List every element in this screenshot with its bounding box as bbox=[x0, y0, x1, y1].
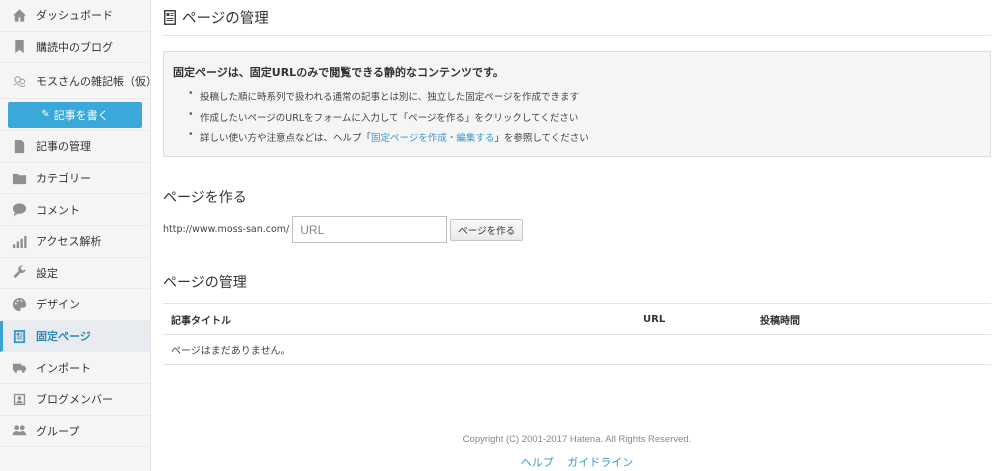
sidebar-item-label: グループ bbox=[36, 424, 80, 438]
copyright: Copyright (C) 2001-2017 Hatena. All Righ… bbox=[462, 434, 692, 445]
write-article-label: 記事を書く bbox=[53, 108, 109, 122]
sidebar-item-label: モスさんの雑記帳（仮） bbox=[36, 74, 157, 88]
column-header-title: 記事タイトル bbox=[171, 315, 231, 327]
sidebar-item-articles[interactable]: 記事の管理 bbox=[0, 131, 150, 163]
palette-icon bbox=[11, 296, 27, 312]
column-header-posted-time: 投稿時間 bbox=[760, 315, 800, 327]
document-icon bbox=[11, 138, 27, 154]
column-header-url: URL bbox=[643, 313, 666, 325]
page-icon bbox=[11, 328, 27, 344]
member-icon bbox=[11, 391, 27, 407]
create-page-form: http://www.moss-san.com/ ページを作る bbox=[163, 216, 991, 243]
write-article-button[interactable]: ✎ 記事を書く bbox=[8, 101, 142, 128]
sidebar-item-label: ダッシュボード bbox=[36, 9, 113, 23]
sidebar-item-label: アクセス解析 bbox=[36, 235, 102, 249]
sidebar-item-label: 設定 bbox=[36, 266, 58, 280]
info-text: 詳しい使い方や注意点などは、ヘルプ「 bbox=[200, 133, 372, 144]
create-page-button[interactable]: ページを作る bbox=[450, 218, 524, 241]
create-page-title: ページを作る bbox=[163, 190, 247, 206]
footer-links: ヘルプ ガイドライン bbox=[163, 454, 991, 470]
info-bullet: 投稿した順に時系列で扱われる通常の記事とは別に、独立した固定ページを作成できます bbox=[188, 88, 981, 103]
sidebar-item-label: デザイン bbox=[36, 298, 80, 312]
pages-table: 記事タイトル URL 投稿時間 ページはまだありません。 bbox=[163, 303, 991, 365]
group-icon bbox=[11, 423, 27, 439]
sidebar-item-dashboard[interactable]: ダッシュボード bbox=[0, 0, 150, 32]
sidebar-item-subscribed-blogs[interactable]: 購読中のブログ bbox=[0, 32, 150, 64]
info-heading: 固定ページは、固定URLのみで閲覧できる静的なコンテンツです。 bbox=[173, 66, 504, 79]
page-icon bbox=[163, 10, 182, 25]
sidebar-item-import[interactable]: インポート bbox=[0, 352, 150, 384]
sidebar-item-label: インポート bbox=[36, 361, 91, 375]
page-title: ページの管理 bbox=[182, 11, 269, 27]
truck-icon bbox=[11, 360, 27, 376]
write-button-wrap: ✎ 記事を書く bbox=[0, 99, 150, 132]
manage-pages-title: ページの管理 bbox=[163, 275, 247, 291]
url-input[interactable] bbox=[292, 216, 448, 243]
url-prefix: http://www.moss-san.com/ bbox=[163, 224, 290, 235]
sidebar-item-blog[interactable]: モスさんの雑記帳（仮） bbox=[0, 63, 157, 100]
main-content: ページの管理 固定ページは、固定URLのみで閲覧できる静的なコンテンツです。 投… bbox=[163, 0, 991, 365]
info-list: 投稿した順に時系列で扱われる通常の記事とは別に、独立した固定ページを作成できます… bbox=[173, 88, 981, 144]
page-header: ページの管理 bbox=[163, 0, 991, 36]
sidebar: ダッシュボード 購読中のブログ モスさんの雑記帳（仮） ✎ 記事を書く 記事の管… bbox=[0, 0, 157, 471]
sidebar-item-categories[interactable]: カテゴリー bbox=[0, 163, 150, 195]
sidebar-item-analytics[interactable]: アクセス解析 bbox=[0, 226, 150, 258]
sidebar-item-label: カテゴリー bbox=[36, 172, 91, 186]
sidebar-item-comments[interactable]: コメント bbox=[0, 194, 150, 226]
wrench-icon bbox=[11, 265, 27, 281]
manage-pages-section: ページの管理 記事タイトル URL 投稿時間 ページはまだありません。 bbox=[163, 272, 991, 365]
sidebar-item-settings[interactable]: 設定 bbox=[0, 258, 150, 290]
guideline-link[interactable]: ガイドライン bbox=[567, 456, 633, 469]
sidebar-item-static-pages[interactable]: 固定ページ bbox=[0, 320, 150, 353]
comment-icon bbox=[11, 202, 27, 218]
sidebar-item-groups[interactable]: グループ bbox=[0, 416, 150, 448]
sidebar-item-label: コメント bbox=[36, 203, 80, 217]
info-bullet: 作成したいページのURLをフォームに入力して「ページを作る」をクリックしてくださ… bbox=[188, 109, 981, 124]
sidebar-item-label: 固定ページ bbox=[36, 330, 91, 344]
footer: Copyright (C) 2001-2017 Hatena. All Righ… bbox=[163, 434, 991, 470]
info-bullet: 詳しい使い方や注意点などは、ヘルプ「固定ページを作成・編集する」を参照してくださ… bbox=[188, 129, 981, 144]
folder-icon bbox=[11, 170, 27, 186]
info-text: 」を参照してください bbox=[494, 133, 589, 144]
help-link[interactable]: ヘルプ bbox=[521, 456, 554, 469]
info-box: 固定ページは、固定URLのみで閲覧できる静的なコンテンツです。 投稿した順に時系… bbox=[163, 51, 991, 157]
home-icon bbox=[11, 7, 27, 23]
edit-icon: ✎ bbox=[41, 109, 50, 121]
blog-avatar-icon bbox=[11, 73, 27, 89]
help-link-static-page[interactable]: 固定ページを作成・編集する bbox=[371, 133, 494, 144]
sidebar-item-label: 記事の管理 bbox=[36, 140, 91, 154]
table-header: 記事タイトル URL 投稿時間 bbox=[163, 304, 991, 335]
sidebar-item-blog-members[interactable]: ブログメンバー bbox=[0, 384, 150, 416]
bookmark-icon bbox=[11, 39, 27, 55]
bar-chart-icon bbox=[11, 233, 27, 249]
sidebar-item-label: ブログメンバー bbox=[36, 393, 113, 407]
sidebar-item-label: 購読中のブログ bbox=[36, 40, 113, 54]
create-page-section: ページを作る http://www.moss-san.com/ ページを作る bbox=[163, 187, 991, 243]
empty-message: ページはまだありません。 bbox=[163, 335, 991, 365]
sidebar-item-design[interactable]: デザイン bbox=[0, 289, 150, 321]
